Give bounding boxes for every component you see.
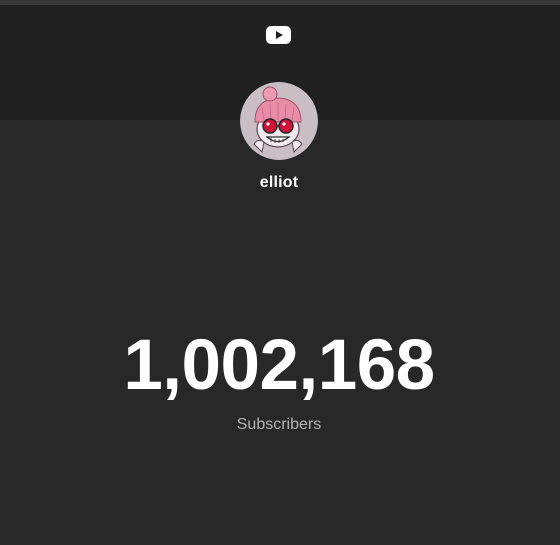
subscriber-label: Subscribers bbox=[236, 416, 322, 433]
avatar-image bbox=[240, 82, 318, 160]
youtube-logo-icon[interactable] bbox=[266, 26, 291, 44]
channel-name[interactable]: elliot bbox=[0, 174, 558, 192]
channel-avatar[interactable] bbox=[240, 82, 318, 160]
play-triangle-icon bbox=[276, 31, 283, 39]
subscriber-count: 1,002,168 bbox=[123, 326, 435, 405]
